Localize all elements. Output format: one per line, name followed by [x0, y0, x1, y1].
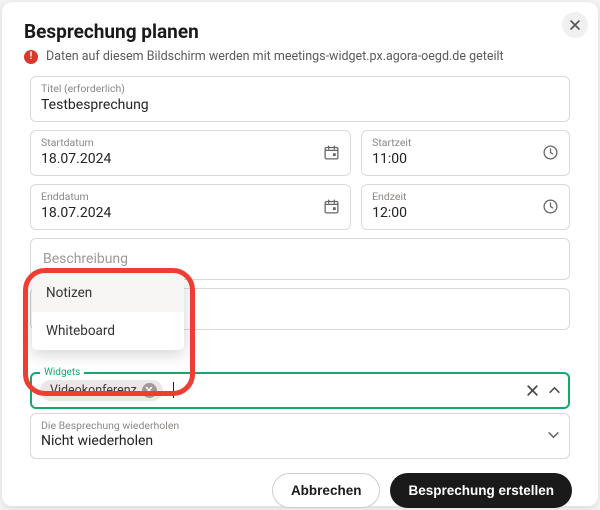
clear-button[interactable]	[526, 384, 539, 397]
enddate-value: 18.07.2024	[41, 205, 323, 223]
expand-button[interactable]	[548, 432, 559, 439]
chevron-down-icon	[548, 432, 559, 439]
widgets-dropdown: Notizen Whiteboard	[32, 274, 184, 350]
close-icon	[145, 386, 153, 394]
startdate-label: Startdatum	[41, 137, 323, 150]
repeat-field[interactable]: Die Besprechung wiederholen Nicht wieder…	[30, 413, 570, 459]
widget-chip-videokonferenz: Videokonferenz	[40, 380, 163, 401]
clock-icon	[542, 198, 559, 215]
create-meeting-button[interactable]: Besprechung erstellen	[390, 473, 572, 508]
calendar-icon	[323, 144, 340, 161]
calendar-icon	[323, 198, 340, 215]
endtime-label: Endzeit	[372, 191, 542, 204]
startdate-field[interactable]: Startdatum 18.07.2024	[30, 130, 351, 176]
dialog-footer: Abbrechen Besprechung erstellen	[24, 473, 576, 508]
chevron-up-icon	[549, 387, 560, 394]
schedule-meeting-dialog: Besprechung planen ! Daten auf diesem Bi…	[2, 2, 598, 506]
dialog-title: Besprechung planen	[24, 20, 576, 43]
description-placeholder: Beschreibung	[43, 251, 128, 267]
title-field[interactable]: Titel (erforderlich) Testbesprechung	[30, 76, 570, 122]
enddate-label: Enddatum	[41, 191, 323, 204]
title-label: Titel (erforderlich)	[41, 83, 125, 96]
chip-remove-button[interactable]	[142, 383, 157, 398]
clock-icon	[542, 144, 559, 161]
widgets-field[interactable]: Widgets Videokonferenz	[30, 372, 570, 409]
repeat-value: Nicht wiederholen	[41, 433, 548, 451]
dropdown-option-whiteboard[interactable]: Whiteboard	[32, 312, 184, 350]
warning-text: Daten auf diesem Bildschirm werden mit m…	[46, 49, 504, 64]
dropdown-option-notizen[interactable]: Notizen	[32, 274, 184, 312]
close-button[interactable]	[562, 12, 588, 38]
chip-label: Videokonferenz	[50, 383, 137, 398]
startdate-value: 18.07.2024	[41, 151, 323, 169]
repeat-label: Die Besprechung wiederholen	[41, 420, 548, 433]
collapse-button[interactable]	[549, 387, 560, 394]
cancel-button[interactable]: Abbrechen	[272, 473, 381, 508]
data-sharing-warning: ! Daten auf diesem Bildschirm werden mit…	[24, 49, 576, 64]
enddate-field[interactable]: Enddatum 18.07.2024	[30, 184, 351, 230]
starttime-label: Startzeit	[372, 137, 542, 150]
starttime-field[interactable]: Startzeit 11:00	[361, 130, 570, 176]
starttime-value: 11:00	[372, 151, 542, 169]
text-cursor	[173, 382, 174, 398]
endtime-value: 12:00	[372, 205, 542, 223]
widgets-label: Widgets	[40, 367, 84, 378]
warning-icon: !	[24, 50, 38, 64]
endtime-field[interactable]: Endzeit 12:00	[361, 184, 570, 230]
title-value: Testbesprechung	[41, 97, 149, 115]
close-icon	[569, 19, 581, 31]
close-icon	[526, 384, 539, 397]
